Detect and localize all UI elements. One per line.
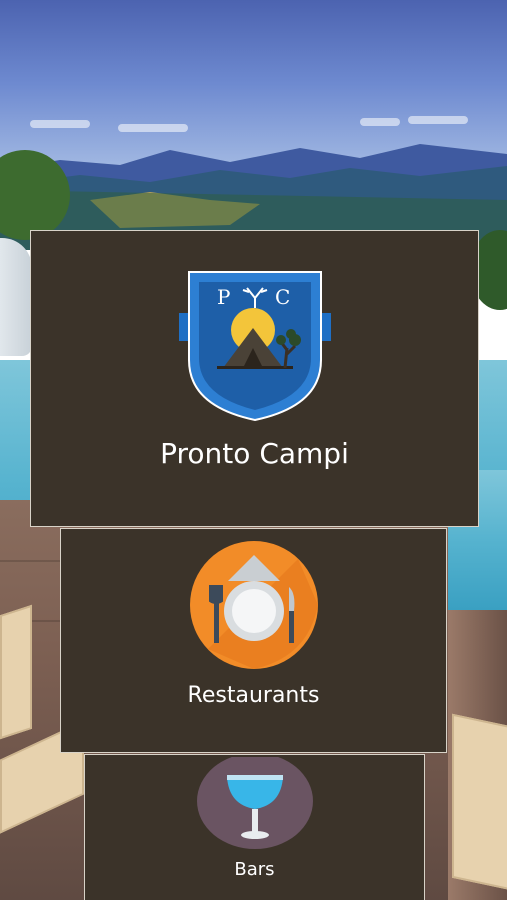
deck-line xyxy=(0,560,60,562)
cocktail-glass-icon xyxy=(197,757,313,849)
menu-card-pronto-campi[interactable]: P C Pronto Campi xyxy=(30,230,479,527)
menu-card-label: Pronto Campi xyxy=(160,437,349,470)
menu-card-bars[interactable]: Bars xyxy=(84,754,425,900)
cloud xyxy=(30,120,90,128)
lounge-chair xyxy=(452,713,507,891)
tent-dome xyxy=(0,238,32,356)
menu-card-label: Bars xyxy=(234,859,275,880)
menu-card-label: Restaurants xyxy=(187,683,320,708)
restaurant-plate-icon xyxy=(190,541,318,669)
logo-letter-c: C xyxy=(275,285,290,309)
cloud xyxy=(360,118,400,126)
menu-card-restaurants[interactable]: Restaurants xyxy=(60,528,447,753)
lounge-chair xyxy=(0,604,32,740)
logo-letter-p: P xyxy=(217,285,230,309)
cloud xyxy=(408,116,468,124)
campground-crest-icon: P C xyxy=(179,271,331,422)
